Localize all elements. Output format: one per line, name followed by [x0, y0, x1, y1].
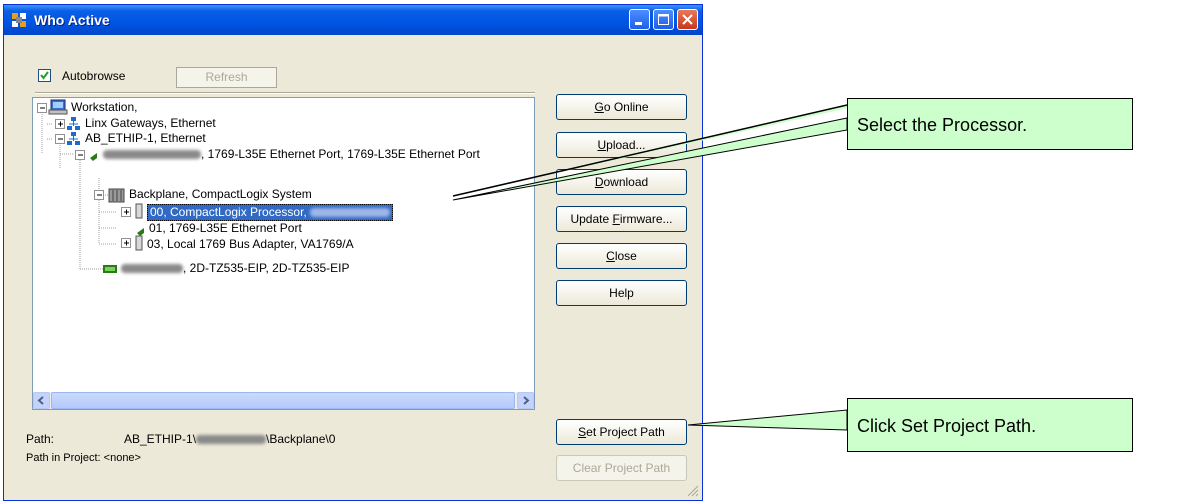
- update-firmware-button[interactable]: Update Firmware...: [556, 206, 687, 232]
- close-icon: [682, 14, 693, 25]
- resize-grip-icon[interactable]: [687, 485, 699, 497]
- scroll-left-button[interactable]: [33, 392, 50, 409]
- redacted-address: [103, 150, 201, 160]
- callout-select-processor: Select the Processor.: [847, 98, 1133, 150]
- redacted-address: [196, 435, 267, 445]
- clear-project-path-button[interactable]: Clear Project Path: [556, 455, 687, 481]
- title-bar[interactable]: Who Active: [4, 5, 702, 35]
- minimize-icon: [635, 22, 642, 25]
- callout-set-project-path: Click Set Project Path.: [847, 398, 1133, 452]
- tree-node-ethernet-port-label: , 1769-L35E Ethernet Port, 1769-L35E Eth…: [201, 147, 480, 161]
- path-value: AB_ETHIP-1\ \Backplane\0: [124, 432, 336, 446]
- close-window-button[interactable]: [677, 9, 698, 30]
- app-icon: [12, 13, 26, 27]
- refresh-button[interactable]: Refresh: [176, 67, 277, 88]
- adapter-icon: [135, 235, 143, 251]
- path-label: Path:: [26, 432, 55, 446]
- window-title: Who Active: [34, 12, 110, 28]
- tree-node-linx-gateways[interactable]: Linx Gateways, Ethernet: [85, 116, 216, 131]
- redacted-address: [121, 264, 183, 274]
- download-button[interactable]: Download: [556, 169, 687, 195]
- redacted-name: [310, 208, 391, 218]
- arrow-left-icon: [37, 396, 44, 405]
- go-online-button[interactable]: Go Online: [556, 94, 687, 120]
- horizontal-scrollbar[interactable]: [33, 392, 534, 409]
- autobrowse-label: Autobrowse: [62, 69, 126, 83]
- help-button[interactable]: Help: [556, 280, 687, 306]
- tree-node-workstation[interactable]: Workstation,: [71, 100, 137, 115]
- set-project-path-button[interactable]: Set Project Path: [556, 419, 687, 445]
- ethernet-module-icon: [90, 153, 97, 161]
- backplane-icon: [108, 188, 125, 203]
- computer-icon: [48, 99, 68, 115]
- tree-node-tz535[interactable]: , 2D-TZ535-EIP, 2D-TZ535-EIP: [121, 261, 350, 276]
- tree-node-processor[interactable]: 00, CompactLogix Processor,: [147, 204, 394, 221]
- tree-node-eth-port-01[interactable]: 01, 1769-L35E Ethernet Port: [149, 221, 302, 236]
- close-button[interactable]: Close: [556, 243, 687, 269]
- processor-icon: [135, 203, 143, 219]
- scroll-right-button[interactable]: [517, 392, 534, 409]
- tree-node-ab-ethip[interactable]: AB_ETHIP-1, Ethernet: [85, 131, 206, 146]
- device-icon: [103, 265, 117, 273]
- who-active-window: Who Active Autobrowse Refresh Workstatio…: [3, 4, 703, 501]
- divider: [35, 92, 535, 94]
- arrow-right-icon: [523, 396, 530, 405]
- path-in-project: Path in Project: <none>: [26, 452, 141, 464]
- tree-node-backplane[interactable]: Backplane, CompactLogix System: [129, 187, 312, 202]
- tree-node-bus-adapter[interactable]: 03, Local 1769 Bus Adapter, VA1769/A: [147, 237, 354, 252]
- minimize-button[interactable]: [629, 9, 650, 30]
- scroll-thumb[interactable]: [51, 392, 515, 409]
- autobrowse-checkbox[interactable]: [38, 69, 51, 82]
- network-tree[interactable]: Workstation, Linx Gateways, Ethernet AB_…: [32, 97, 535, 410]
- ethernet-port-icon: [137, 228, 144, 236]
- tree-node-processor-label: 00, CompactLogix Processor,: [150, 205, 307, 219]
- upload-button[interactable]: Upload...: [556, 132, 687, 158]
- maximize-icon: [658, 14, 669, 25]
- tree-node-tz535-label: , 2D-TZ535-EIP, 2D-TZ535-EIP: [183, 261, 350, 275]
- maximize-button[interactable]: [653, 9, 674, 30]
- tree-node-ethernet-port[interactable]: , 1769-L35E Ethernet Port, 1769-L35E Eth…: [103, 147, 480, 162]
- checkmark-icon: [40, 71, 49, 80]
